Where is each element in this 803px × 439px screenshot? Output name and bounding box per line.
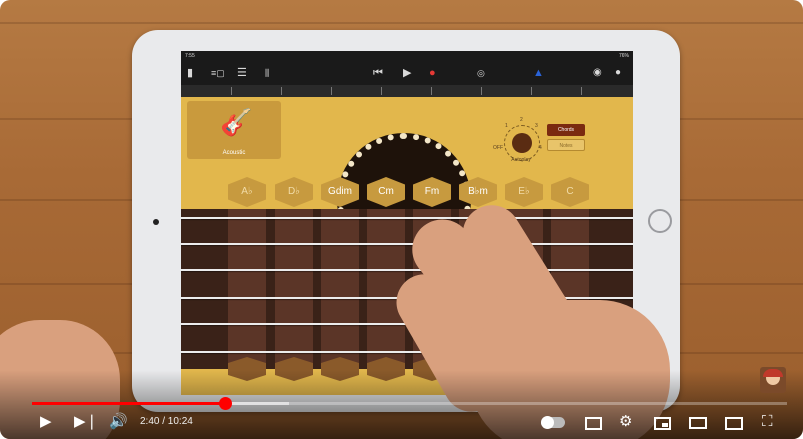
record-icon: ● bbox=[429, 67, 436, 79]
status-battery: 76% bbox=[618, 53, 629, 59]
knob-4: 4 bbox=[539, 145, 542, 151]
chord-label: D♭ bbox=[275, 177, 313, 207]
instrument-tile: 🎸 Acoustic bbox=[187, 101, 281, 159]
chords-toggle: Chords bbox=[547, 124, 585, 136]
gb-play-icon: ▶ bbox=[403, 67, 412, 79]
instrument-label: Acoustic bbox=[222, 150, 246, 156]
notes-toggle: Notes bbox=[547, 139, 585, 151]
knob-3: 3 bbox=[535, 123, 538, 129]
status-time: 7:55 bbox=[185, 53, 195, 59]
channel-avatar[interactable] bbox=[760, 367, 786, 393]
played-bar bbox=[32, 402, 226, 405]
chord-label: C bbox=[551, 177, 589, 207]
timeline-ruler bbox=[181, 85, 633, 97]
knob-label: Autoplay bbox=[511, 157, 531, 163]
gear-icon[interactable]: ⚙ bbox=[619, 413, 632, 431]
miniplayer-icon[interactable] bbox=[654, 417, 671, 430]
volume-icon[interactable]: 🔊 bbox=[109, 413, 128, 431]
chord-strip bbox=[321, 209, 359, 369]
master-icon: ▲ bbox=[533, 67, 544, 79]
subtitles-icon[interactable] bbox=[585, 417, 602, 430]
autoplay-knob bbox=[512, 133, 532, 153]
video-player[interactable]: 7:55 76% ▮ ≡▢ ☰ ⫼ ⏮ ▶ ● ◎ ▲ ◉ ● 🎸 Acoust… bbox=[0, 0, 803, 439]
knob-off: OFF bbox=[493, 145, 503, 151]
guitar-string bbox=[181, 217, 633, 219]
gb-settings-icon: ● bbox=[615, 67, 622, 78]
knob-1: 1 bbox=[505, 123, 508, 129]
home-button bbox=[648, 209, 672, 233]
garageband-toolbar: ▮ ≡▢ ☰ ⫼ ⏮ ▶ ● ◎ ▲ ◉ ● bbox=[181, 61, 633, 85]
chord-strip bbox=[275, 209, 313, 369]
document-icon: ▮ bbox=[187, 67, 194, 79]
tracks-icon: ☰ bbox=[237, 67, 247, 79]
ios-status-bar: 7:55 76% bbox=[181, 51, 633, 61]
chord-label: E♭ bbox=[505, 177, 543, 207]
front-camera bbox=[153, 219, 159, 225]
next-icon[interactable]: ▶❘ bbox=[74, 413, 98, 431]
acoustic-guitar-icon: 🎸 bbox=[220, 107, 253, 137]
browser-icon: ≡▢ bbox=[211, 68, 225, 78]
autoplay-toggle-knob bbox=[541, 416, 554, 429]
theater-icon[interactable] bbox=[689, 417, 707, 429]
knob-2: 2 bbox=[520, 117, 523, 123]
metronome-icon: ◎ bbox=[477, 68, 485, 78]
time-display: 2:40 / 10:24 bbox=[140, 416, 193, 427]
play-icon[interactable]: ▶ bbox=[40, 413, 52, 431]
guitar-string bbox=[181, 243, 633, 245]
guitar-string bbox=[181, 269, 633, 271]
chord-strip bbox=[228, 209, 266, 369]
fullscreen-icon[interactable]: ⛶ bbox=[762, 413, 773, 431]
mixer-icon: ⫼ bbox=[265, 68, 270, 78]
rewind-icon: ⏮ bbox=[373, 67, 383, 79]
chord-label: A♭ bbox=[228, 177, 266, 207]
cast-icon[interactable] bbox=[725, 417, 743, 430]
loop-icon: ◉ bbox=[593, 67, 602, 78]
